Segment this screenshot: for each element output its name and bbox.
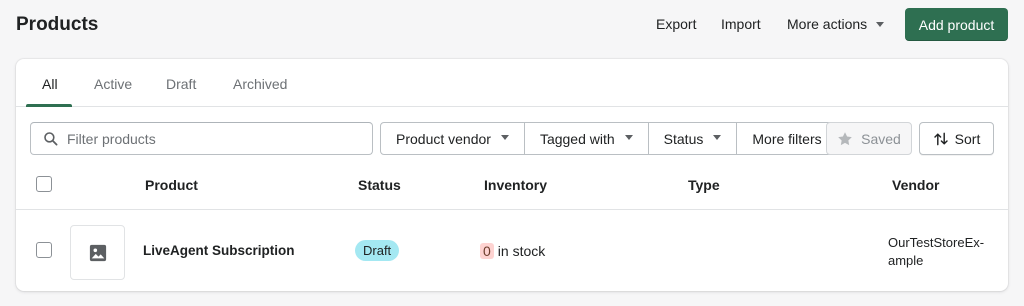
header-divider <box>16 209 1008 210</box>
tab-archived[interactable]: Archived <box>233 76 287 92</box>
import-button[interactable]: Import <box>721 16 761 32</box>
sort-button[interactable]: Sort <box>919 122 994 155</box>
sort-label: Sort <box>954 130 981 147</box>
star-icon <box>838 131 852 145</box>
page-title: Products <box>16 14 99 35</box>
active-tab-indicator <box>26 104 72 107</box>
column-header-product[interactable]: Product <box>145 177 198 193</box>
inventory-suffix: in stock <box>497 243 546 259</box>
status-filter-label: Status <box>663 130 704 147</box>
product-thumbnail[interactable] <box>70 225 125 280</box>
more-actions-button[interactable]: More actions <box>787 16 885 32</box>
inventory-count: 0 <box>480 243 494 259</box>
select-all-checkbox[interactable] <box>36 176 52 192</box>
product-vendor-filter-button[interactable]: Product vendor <box>381 123 525 154</box>
tagged-with-label: Tagged with <box>539 130 615 147</box>
tab-bar: All Active Draft Archived <box>16 59 1008 107</box>
add-product-button[interactable]: Add product <box>905 8 1008 41</box>
export-button[interactable]: Export <box>656 16 696 32</box>
tab-draft[interactable]: Draft <box>166 76 196 92</box>
vendor-cell: OurTestStoreEx-ample <box>888 235 985 268</box>
status-filter-button[interactable]: Status <box>649 123 738 154</box>
saved-button[interactable]: Saved <box>826 122 912 155</box>
saved-label: Saved <box>861 130 901 147</box>
row-checkbox[interactable] <box>36 242 52 258</box>
products-card: All Active Draft Archived Product vendor… <box>16 59 1008 291</box>
chevron-down-icon <box>876 21 885 27</box>
filter-button-group: Product vendor Tagged with Status More f… <box>380 122 838 155</box>
column-header-type[interactable]: Type <box>688 177 720 193</box>
chevron-down-icon <box>500 135 509 140</box>
more-actions-label: More actions <box>787 16 868 32</box>
tagged-with-filter-button[interactable]: Tagged with <box>525 123 649 154</box>
tab-active[interactable]: Active <box>94 76 132 92</box>
status-badge: Draft <box>355 240 400 261</box>
search-input[interactable] <box>67 123 367 154</box>
search-icon <box>44 132 58 146</box>
image-icon <box>89 244 106 261</box>
column-header-status[interactable]: Status <box>358 177 401 193</box>
product-vendor-label: Product vendor <box>396 130 491 147</box>
page-header: Products Export Import More actions Add … <box>0 0 1024 56</box>
chevron-down-icon <box>624 135 633 140</box>
more-filters-button[interactable]: More filters <box>737 123 836 154</box>
search-field[interactable] <box>30 122 373 155</box>
column-header-vendor[interactable]: Vendor <box>892 177 939 193</box>
product-name-link[interactable]: LiveAgent Subscription <box>143 243 295 258</box>
column-header-inventory[interactable]: Inventory <box>484 177 547 193</box>
chevron-down-icon <box>713 135 722 140</box>
tab-all[interactable]: All <box>42 76 58 92</box>
sort-arrows-icon <box>933 132 948 145</box>
inventory-cell: 0 in stock <box>480 243 545 259</box>
